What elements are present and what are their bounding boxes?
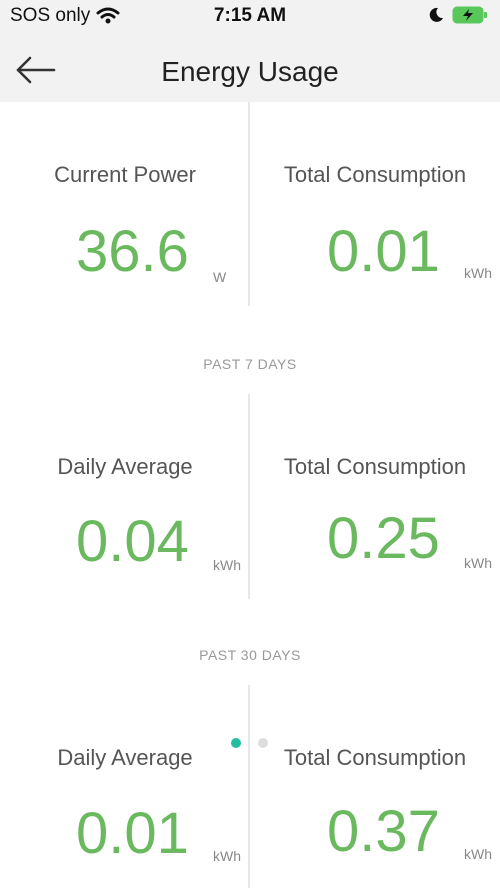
weekly-total-consumption-cell: Total Consumption [250, 454, 500, 480]
past-30-days-heading: PAST 30 DAYS [199, 647, 301, 663]
weekly-total-consumption-label: Total Consumption [283, 454, 467, 479]
current-power-label: Current Power [54, 162, 196, 187]
section-divider [248, 102, 250, 306]
monthly-daily-average-value: 0.01 [76, 801, 189, 866]
monthly-daily-average-label: Daily Average [57, 745, 193, 770]
weekly-daily-average-cell: Daily Average [0, 454, 250, 480]
section-divider [248, 394, 250, 599]
total-consumption-cell: Total Consumption [250, 162, 500, 188]
current-power-value: 36.6 [76, 219, 189, 284]
nav-header: Energy Usage [0, 36, 500, 102]
weekly-daily-average-label: Daily Average [57, 454, 193, 479]
past-7-days-section: Daily Average 0.04 kWh Total Consumption… [0, 394, 500, 599]
monthly-total-consumption-label: Total Consumption [283, 745, 467, 770]
current-section: Current Power 36.6 W Total Consumption 0… [0, 102, 500, 322]
monthly-daily-average-cell: Daily Average [0, 745, 250, 771]
total-consumption-value: 0.01 [327, 219, 440, 284]
weekly-daily-average-unit: kWh [213, 557, 241, 573]
past-30-days-section: Daily Average 0.01 kWh Total Consumption… [0, 685, 500, 888]
moon-icon [429, 7, 443, 22]
section-divider [248, 685, 250, 888]
page-title: Energy Usage [161, 56, 339, 87]
current-power-cell: Current Power [0, 162, 250, 188]
past-7-days-heading: PAST 7 DAYS [203, 356, 297, 372]
weekly-total-consumption-unit: kWh [464, 555, 492, 571]
monthly-total-consumption-value: 0.37 [327, 799, 440, 864]
current-power-unit: W [213, 269, 227, 285]
status-right [428, 5, 488, 25]
status-bar: SOS only 7:15 AM [0, 0, 500, 36]
total-consumption-label: Total Consumption [283, 162, 467, 187]
monthly-daily-average-unit: kWh [213, 848, 241, 864]
weekly-total-consumption-value: 0.25 [327, 506, 440, 571]
monthly-total-consumption-cell: Total Consumption [250, 745, 500, 771]
battery-charging-icon [452, 6, 487, 24]
total-consumption-unit: kWh [464, 265, 492, 281]
monthly-total-consumption-unit: kWh [464, 846, 492, 862]
weekly-daily-average-value: 0.04 [76, 509, 189, 574]
status-time: 7:15 AM [213, 5, 287, 26]
